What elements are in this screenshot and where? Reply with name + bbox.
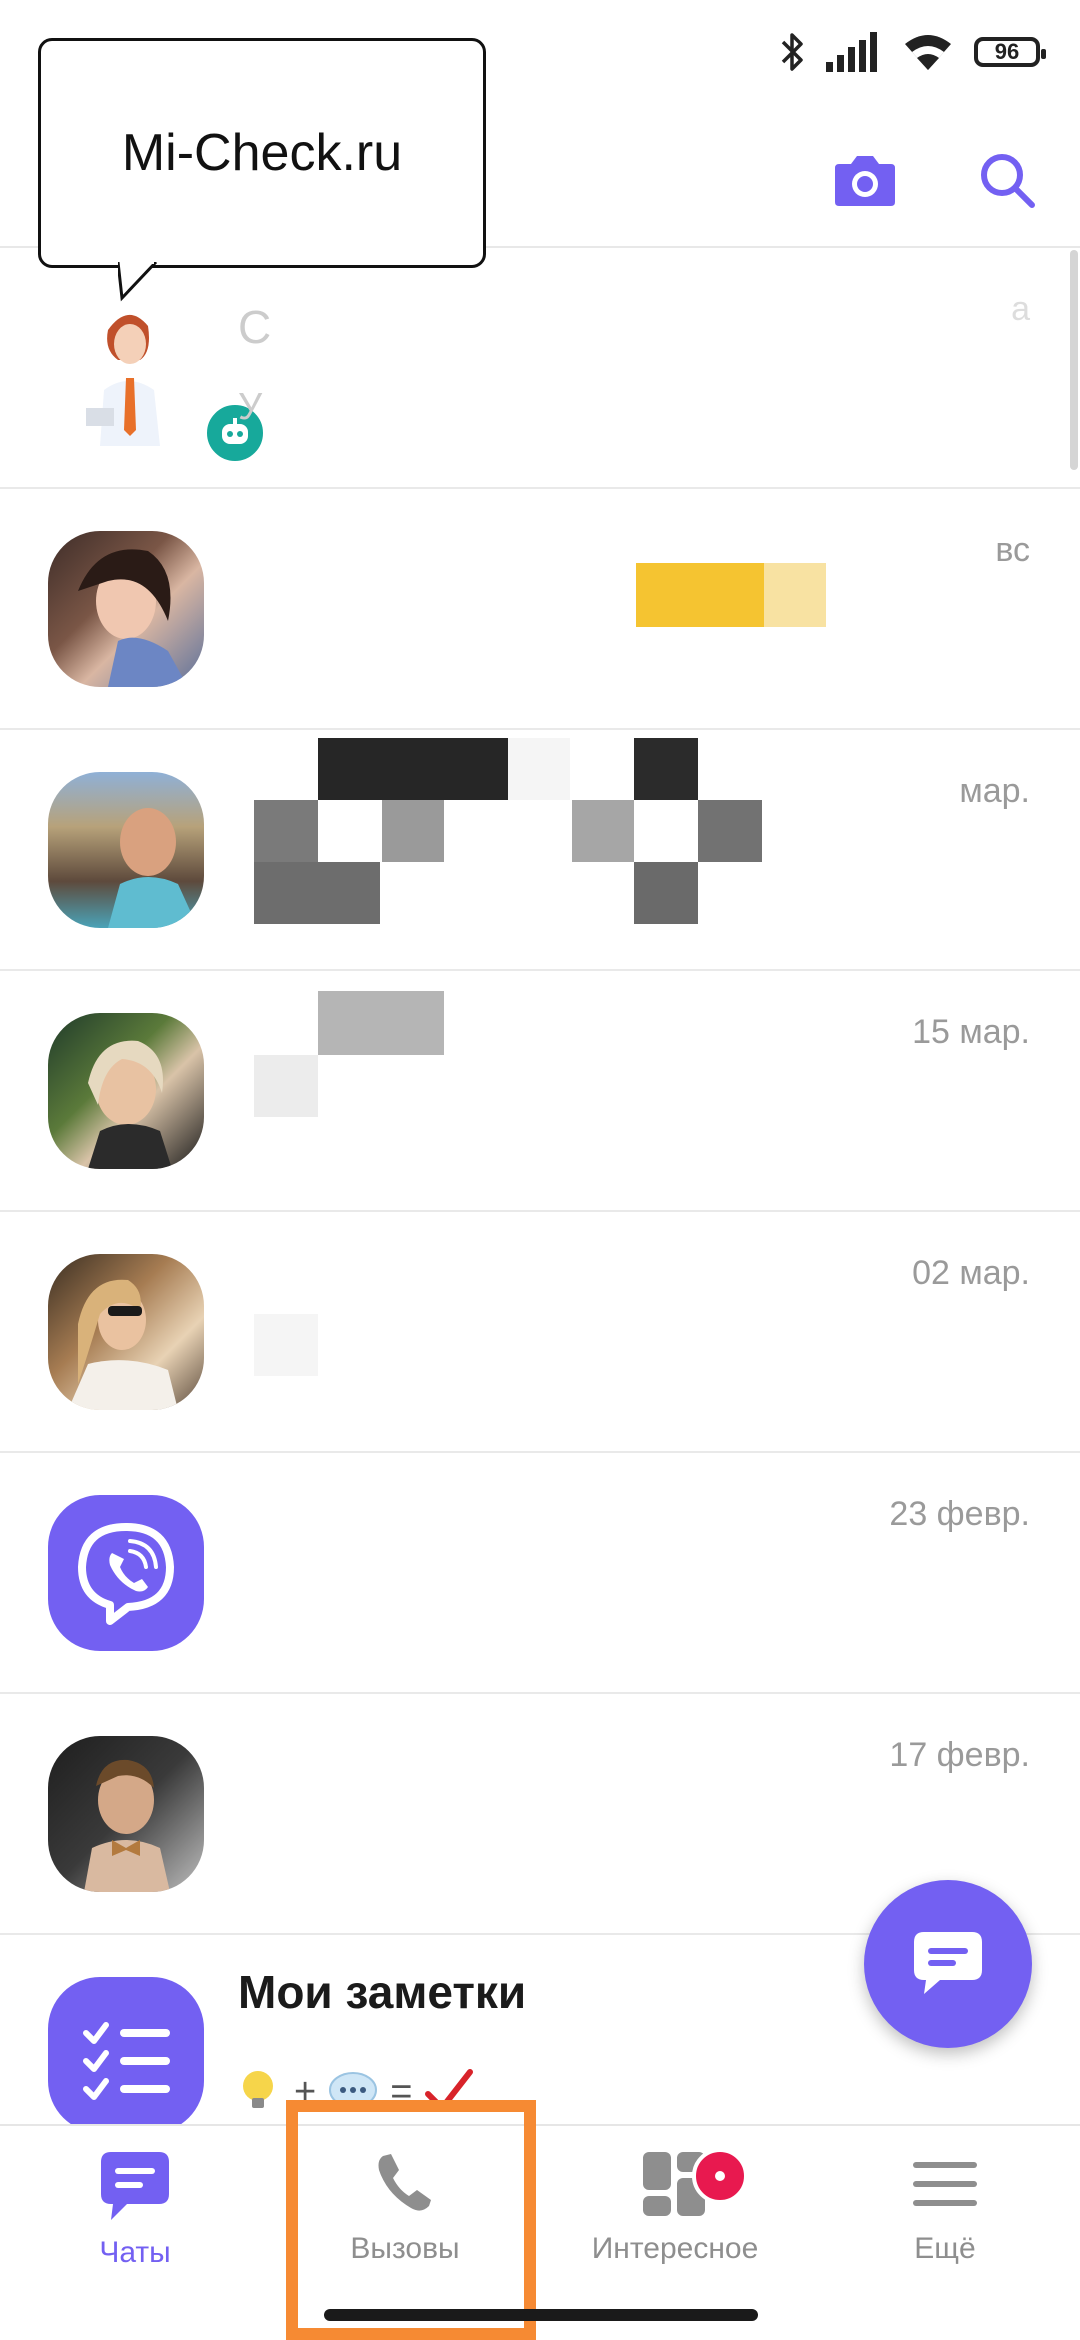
pixelated-block xyxy=(254,800,318,862)
camera-button[interactable] xyxy=(820,135,910,225)
viber-logo-icon xyxy=(78,1523,174,1625)
avatar-contact xyxy=(48,1254,204,1410)
battery-indicator: 96 xyxy=(974,37,1046,67)
home-indicator[interactable] xyxy=(324,2309,758,2321)
watermark-text: Mi-Check.ru xyxy=(121,124,403,182)
pixelated-block xyxy=(254,862,380,924)
pixelated-block xyxy=(764,563,826,627)
avatar-contact xyxy=(48,1736,204,1892)
tab-label: Ещё xyxy=(914,2232,976,2265)
chat-snippet: У xyxy=(238,386,263,428)
chat-date: а xyxy=(1011,290,1030,328)
chat-icon xyxy=(101,2152,169,2220)
chat-date: вс xyxy=(995,531,1030,569)
chat-row[interactable]: мар. xyxy=(0,730,1080,971)
assistant-avatar-image xyxy=(86,314,160,446)
pixelated-block xyxy=(508,738,570,800)
tab-explore[interactable]: Интересное xyxy=(540,2126,810,2340)
watermark-callout: Mi-Check.ru xyxy=(38,38,486,268)
tab-label: Интересное xyxy=(591,2232,759,2265)
avatar-viber xyxy=(48,1495,204,1651)
wifi-icon xyxy=(905,35,951,70)
avatar-contact xyxy=(48,531,204,687)
scrollbar[interactable] xyxy=(1070,250,1078,470)
callout-tail xyxy=(118,262,158,302)
pixelated-block xyxy=(634,862,698,924)
pixelated-block xyxy=(698,800,762,862)
chat-row[interactable]: 23 февр. xyxy=(0,1453,1080,1694)
chat-list: С У а вс мар. 15 мар. 02 мар. 23 февр. 1… xyxy=(0,248,1080,2124)
pixelated-block xyxy=(382,800,444,862)
chat-row[interactable]: 02 мар. xyxy=(0,1212,1080,1453)
pixelated-block xyxy=(318,738,508,800)
search-icon xyxy=(981,154,1035,208)
contact-photo xyxy=(68,1279,178,1410)
avatar-notes xyxy=(48,1977,204,2124)
pixelated-block xyxy=(318,991,444,1055)
pixelated-block xyxy=(572,800,634,862)
search-button[interactable] xyxy=(962,135,1052,225)
camera-icon xyxy=(835,156,895,206)
avatar-contact xyxy=(48,772,204,928)
chat-name: Мои заметки xyxy=(238,1966,527,2018)
pixelated-block xyxy=(254,1055,318,1117)
chat-date: 23 февр. xyxy=(889,1495,1030,1533)
contact-photo xyxy=(88,1040,172,1169)
signal-icon xyxy=(826,32,877,72)
avatar-assistant xyxy=(48,290,204,446)
highlight-box xyxy=(286,2100,536,2340)
chat-date: мар. xyxy=(959,772,1030,810)
menu-icon xyxy=(913,2162,977,2206)
bluetooth-icon xyxy=(781,33,803,71)
contact-photo xyxy=(78,549,188,687)
chat-row[interactable]: вс xyxy=(0,489,1080,730)
avatar-contact xyxy=(48,1013,204,1169)
tab-label: Чаты xyxy=(99,2236,171,2269)
chat-name: С xyxy=(238,301,272,353)
checklist-icon xyxy=(83,2022,170,2100)
new-chat-button[interactable] xyxy=(864,1880,1032,2048)
tab-more[interactable]: Ещё xyxy=(810,2126,1080,2340)
tab-chats[interactable]: Чаты xyxy=(0,2126,270,2340)
bottom-navigation: Чаты Вызовы Интересное Ещё xyxy=(0,2124,1080,2340)
chat-date: 02 мар. xyxy=(912,1254,1030,1292)
pixelated-block xyxy=(636,563,764,627)
compose-chat-icon xyxy=(914,1932,982,1994)
contact-photo xyxy=(84,1759,170,1892)
contact-photo xyxy=(108,808,198,928)
lightbulb-icon xyxy=(243,2071,273,2108)
chat-row[interactable]: 15 мар. xyxy=(0,971,1080,1212)
pixelated-block xyxy=(254,1314,318,1376)
notification-badge xyxy=(692,2148,748,2204)
chat-date: 15 мар. xyxy=(912,1013,1030,1051)
chat-date: 17 февр. xyxy=(889,1736,1030,1774)
pixelated-block xyxy=(634,738,698,800)
